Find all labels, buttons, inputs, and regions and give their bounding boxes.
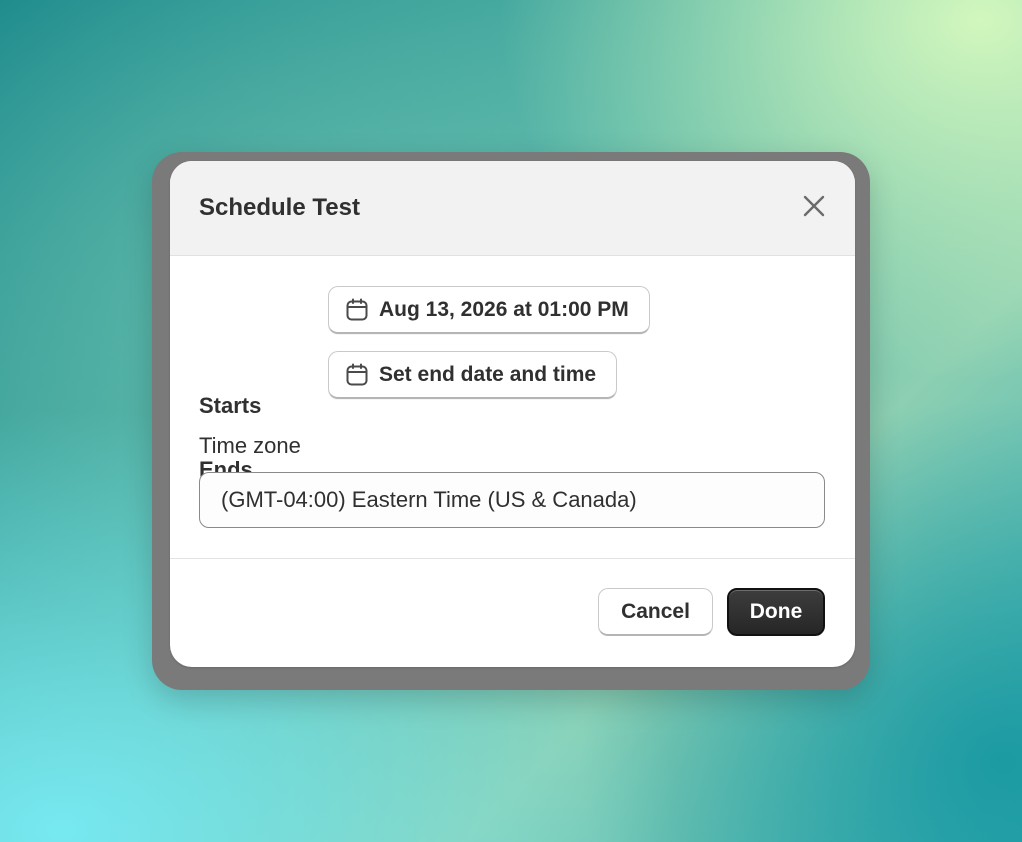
close-button[interactable] — [797, 189, 831, 223]
time-zone-label: Time zone — [199, 433, 301, 458]
done-button[interactable]: Done — [727, 588, 825, 636]
calendar-icon — [345, 298, 369, 322]
close-icon — [803, 195, 825, 217]
dialog-body: Starts Ends Aug 13, 2026 at 01:00 PM Set… — [170, 256, 855, 559]
end-date-value: Set end date and time — [379, 362, 597, 386]
start-date-button[interactable]: Aug 13, 2026 at 01:00 PM — [328, 286, 650, 334]
dialog-title: Schedule Test — [199, 194, 360, 221]
starts-label: Starts — [199, 393, 262, 418]
time-zone-select[interactable]: (GMT-04:00) Eastern Time (US & Canada) — [199, 472, 825, 528]
calendar-icon — [345, 363, 369, 387]
cancel-button[interactable]: Cancel — [598, 588, 713, 636]
schedule-test-dialog: Schedule Test Starts Ends Aug 13, 2026 a… — [170, 161, 855, 667]
end-date-button[interactable]: Set end date and time — [328, 351, 618, 399]
dialog-footer: Cancel Done — [170, 559, 855, 667]
dialog-header: Schedule Test — [170, 161, 855, 256]
start-date-value: Aug 13, 2026 at 01:00 PM — [379, 297, 629, 321]
